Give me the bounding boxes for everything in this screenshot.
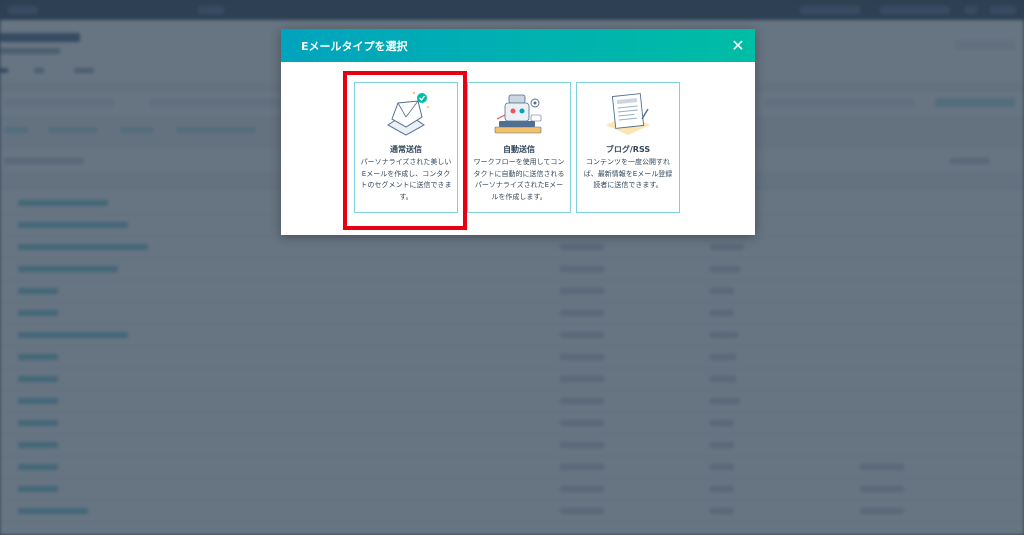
option-title: 通常送信 (390, 145, 422, 154)
option-title: 自動送信 (503, 145, 535, 154)
option-title: ブログ/RSS (605, 145, 651, 154)
email-type-option-automated[interactable]: 自動送信 ワークフローを使用してコン タクトに自動的に送信される パーソナライズ… (467, 82, 571, 213)
close-icon[interactable]: ✕ (727, 35, 749, 57)
blog-rss-icon (606, 93, 650, 135)
option-description: パーソナライズされた美しい Eメールを作成し、コンタク トのセグメントに送信でき… (360, 158, 452, 201)
option-description: ワークフローを使用してコン タクトに自動的に送信される パーソナライズされたEメ… (473, 158, 565, 201)
robot-automation-icon (494, 94, 542, 134)
email-type-option-regular[interactable]: 通常送信 パーソナライズされた美しい Eメールを作成し、コンタク トのセグメント… (354, 82, 458, 213)
email-type-option-blog-rss[interactable]: ブログ/RSS コンテンツを一度公開すれ ば、最新情報をEメール登録 読者に送信… (576, 82, 680, 213)
email-type-modal: Eメールタイプを選択 ✕ 通常送信 パーソナライズされた美しい Eメールを作成し… (281, 29, 755, 235)
modal-header: Eメールタイプを選択 ✕ (281, 29, 755, 62)
modal-title: Eメールタイプを選択 (301, 40, 408, 53)
option-description: コンテンツを一度公開すれ ば、最新情報をEメール登録 読者に送信できます。 (583, 158, 673, 189)
envelope-check-icon (387, 91, 429, 136)
